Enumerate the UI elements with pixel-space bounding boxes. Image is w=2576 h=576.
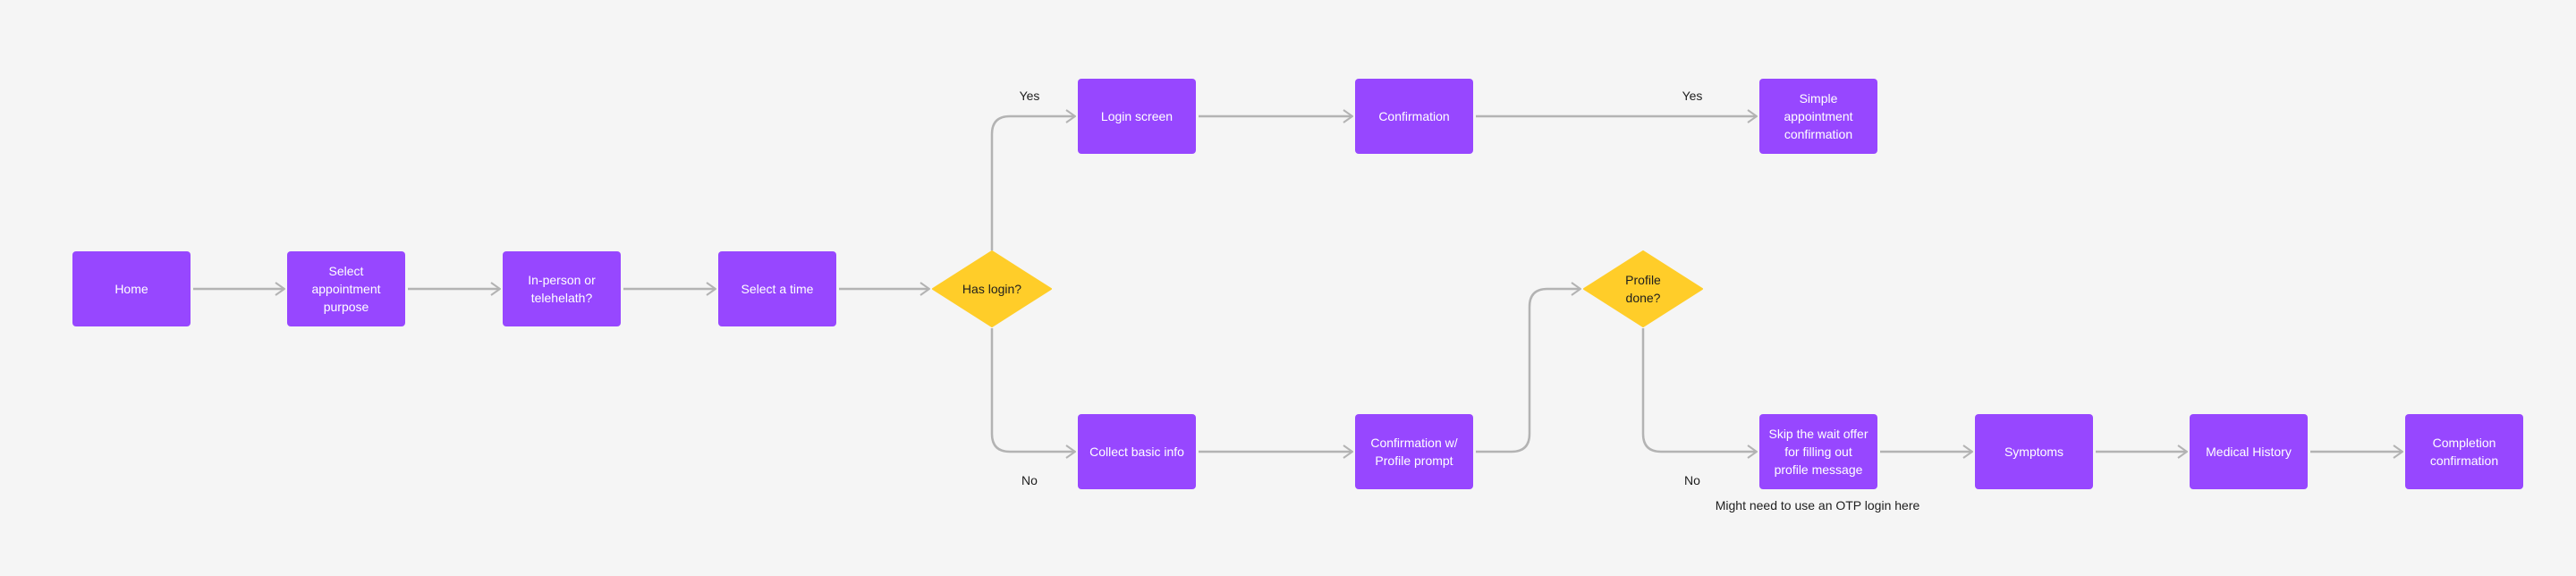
edge-profiledone-skip [1641,328,1757,452]
node-label: Skip the wait offer for filling out prof… [1768,427,1868,477]
node-home[interactable]: Home [72,251,191,326]
decision-label: Profile done? [1625,273,1661,305]
otp-note: Might need to use an OTP login here [1715,498,1920,512]
node-label: In-person or telehelath? [528,273,596,305]
edge-confprofile-profiledone [1476,289,1580,453]
edge-haslogin-login [990,116,1075,250]
edge-label-yes: Yes [1019,89,1040,103]
node-symptoms[interactable]: Symptoms [1975,414,2093,489]
decision-label: Has login? [962,282,1022,296]
node-confirmation-profile-prompt[interactable]: Confirmation w/ Profile prompt [1355,414,1473,489]
edge-haslogin-collect [990,328,1075,452]
node-select-purpose[interactable]: Select appointment purpose [287,251,405,326]
edge-label-no: No [1684,473,1700,487]
node-medical-history[interactable]: Medical History [2190,414,2308,489]
node-label: Collect basic info [1089,445,1184,459]
edge-label-no: No [1021,473,1038,487]
node-confirmation[interactable]: Confirmation [1355,79,1473,154]
node-label: Medical History [2206,445,2292,459]
node-in-person-or-telehealth[interactable]: In-person or telehelath? [503,251,621,326]
edge-label-yes: Yes [1682,89,1703,103]
node-label: Symptoms [2004,445,2064,459]
node-label: Simple appointment confirmation [1784,91,1853,141]
node-label: Home [114,282,148,296]
node-label: Select a time [741,282,814,296]
node-label: Login screen [1100,109,1174,123]
node-label: Completion confirmation [2429,436,2499,468]
node-simple-confirmation[interactable]: Simple appointment confirmation [1759,79,1877,154]
node-login-screen[interactable]: Login screen [1078,79,1196,154]
node-skip-the-wait[interactable]: Skip the wait offer for filling out prof… [1759,414,1877,489]
node-collect-basic-info[interactable]: Collect basic info [1078,414,1196,489]
node-completion-confirmation[interactable]: Completion confirmation [2405,414,2523,489]
decision-profile-done[interactable]: Profile done? [1582,250,1704,327]
node-label: Confirmation [1378,109,1450,123]
node-select-time[interactable]: Select a time [718,251,836,326]
node-label: Select appointment purpose [311,264,381,314]
decision-has-login[interactable]: Has login? [931,250,1053,327]
node-label: Confirmation w/ Profile prompt [1370,436,1458,468]
